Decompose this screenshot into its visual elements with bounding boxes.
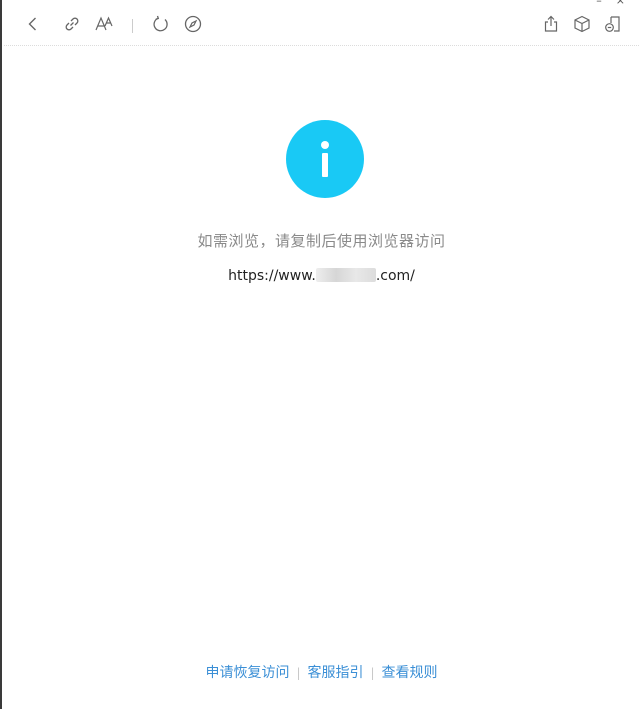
page-content: 如需浏览，请复制后使用浏览器访问 https://www. .com/ 申请恢复访… [4, 46, 639, 709]
footer-links: 申请恢复访问 | 客服指引 | 查看规则 [4, 662, 639, 682]
info-message: 如需浏览，请复制后使用浏览器访问 [197, 232, 446, 250]
share-icon[interactable] [540, 13, 562, 35]
window-icon[interactable] [602, 13, 624, 35]
compass-icon[interactable] [182, 13, 204, 35]
view-rules-link[interactable]: 查看规则 [382, 665, 438, 681]
blocked-url: https://www. .com/ [4, 268, 639, 284]
cube-icon[interactable] [571, 13, 593, 35]
footer-separator: | [370, 666, 375, 680]
toolbar-divider [132, 19, 133, 33]
refresh-icon[interactable] [150, 13, 172, 35]
url-redacted-mask [315, 268, 376, 282]
font-size-icon[interactable] [93, 13, 115, 35]
back-icon[interactable] [22, 13, 44, 35]
customer-service-link[interactable]: 客服指引 [308, 665, 364, 681]
url-prefix: https://www. [228, 268, 316, 284]
toolbar [4, 0, 639, 46]
link-icon[interactable] [61, 13, 83, 35]
browser-window: – × 如需浏览，请复制后使用浏览器访问 https://www. .com/ … [0, 0, 639, 709]
url-suffix: .com/ [375, 268, 415, 284]
footer-separator: | [296, 666, 301, 680]
info-icon [286, 120, 364, 198]
restore-access-link[interactable]: 申请恢复访问 [205, 665, 289, 681]
